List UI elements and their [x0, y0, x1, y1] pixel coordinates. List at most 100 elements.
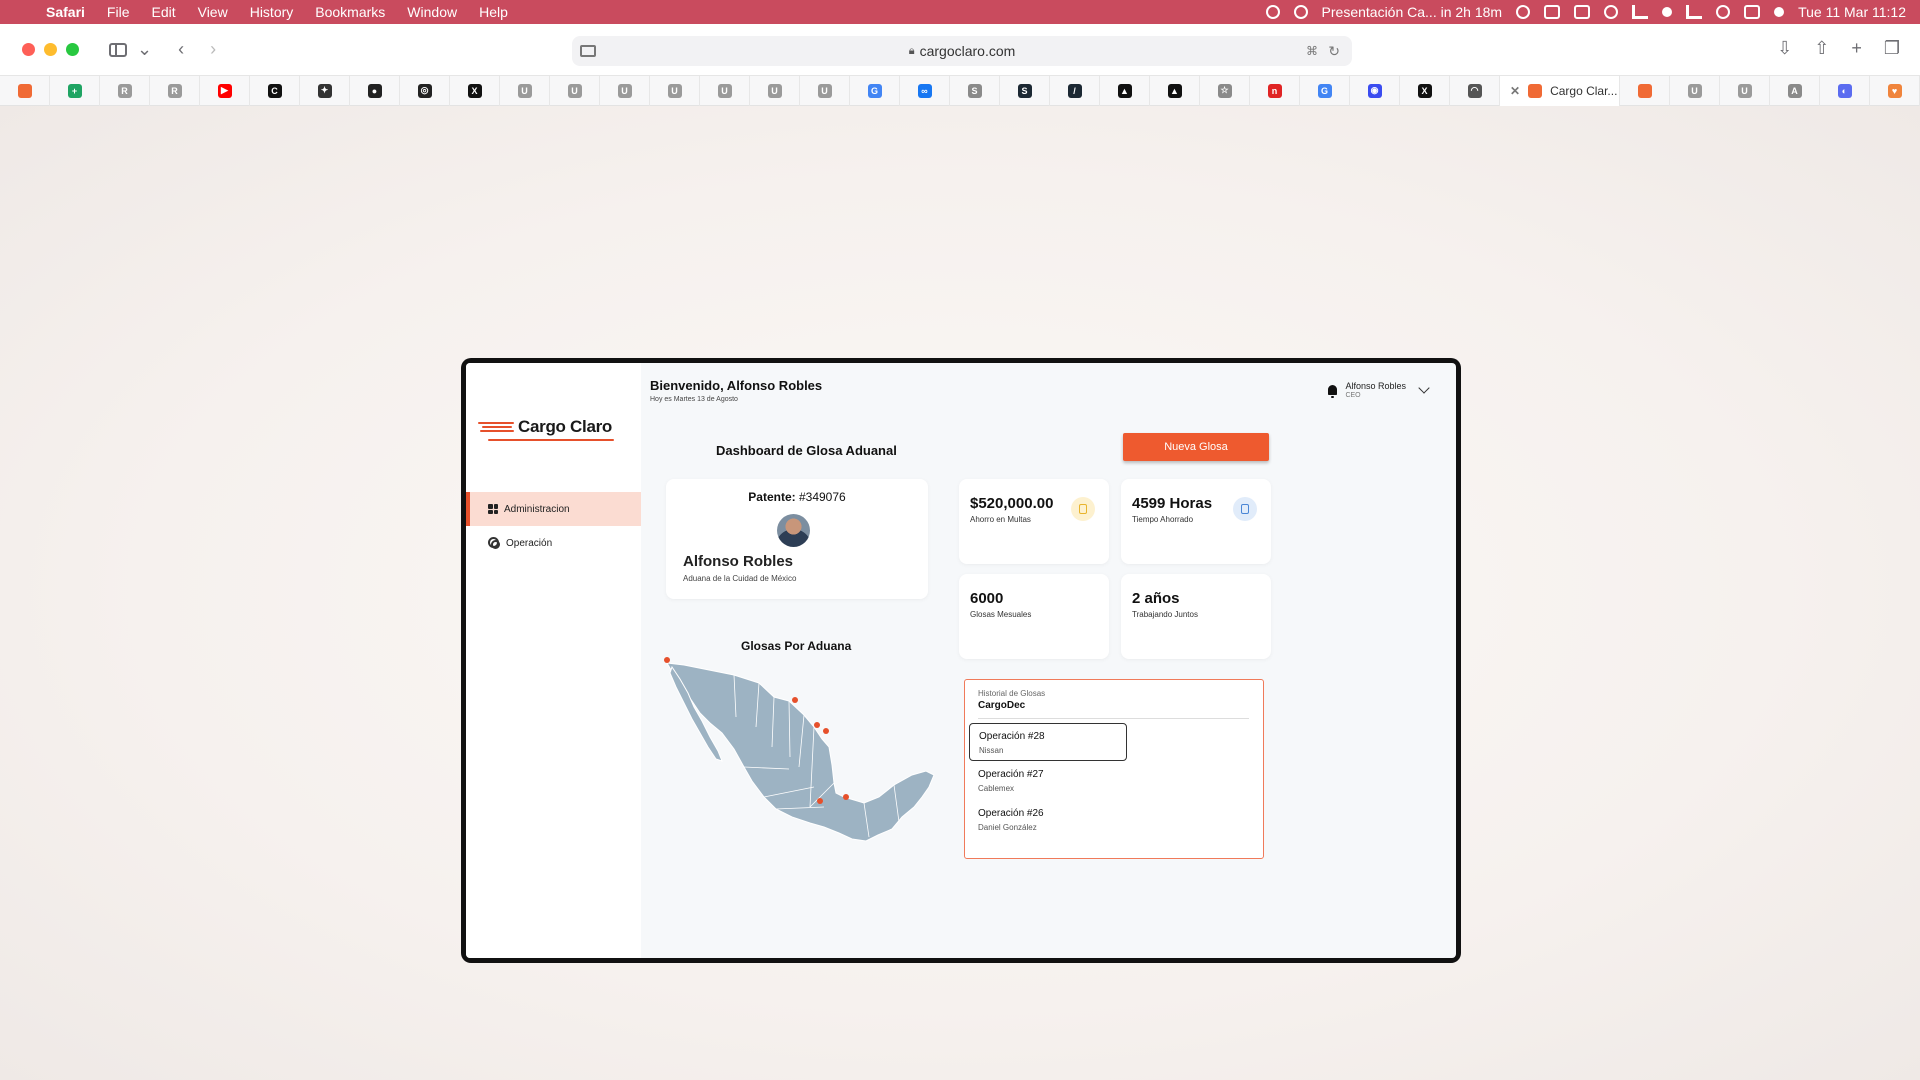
translate-icon[interactable]: ⌘	[1306, 44, 1318, 58]
chevron-down-icon[interactable]	[1418, 382, 1430, 394]
favorite-27[interactable]: ◉	[1350, 75, 1400, 106]
favorite-1[interactable]: +	[50, 75, 100, 106]
avatar[interactable]	[777, 514, 810, 547]
stat-value: 4599 Horas	[1132, 495, 1213, 512]
siri-icon[interactable]	[1774, 7, 1785, 17]
favorite-28[interactable]: X	[1400, 75, 1450, 106]
favorite-6[interactable]: ✦	[300, 75, 350, 106]
favorite-5[interactable]: C	[250, 75, 300, 106]
favorite-after-2[interactable]: U	[1720, 75, 1770, 106]
list-item-operacion-28[interactable]: Operación #28 Nissan	[969, 723, 1127, 761]
favorite-22[interactable]: ▲	[1100, 75, 1150, 106]
cargo-claro-logo[interactable]: Cargo Claro	[478, 417, 614, 441]
map-marker	[823, 728, 829, 734]
favorite-after-5[interactable]: ♥	[1870, 75, 1920, 106]
menu-history[interactable]: History	[250, 4, 294, 20]
minimize-window-button[interactable]	[44, 43, 57, 56]
favorite-15[interactable]: U	[750, 75, 800, 106]
downloads-icon[interactable]: ⇩	[1777, 38, 1792, 59]
control-center-icon[interactable]	[1744, 5, 1761, 19]
display-icon[interactable]	[1544, 5, 1561, 19]
forward-icon[interactable]: ›	[210, 39, 216, 60]
favorite-24[interactable]: ☆	[1200, 75, 1250, 106]
sidebar-item-administracion[interactable]: Administracion	[466, 492, 641, 526]
zoom-window-button[interactable]	[66, 43, 79, 56]
favorite-13[interactable]: U	[650, 75, 700, 106]
favorite-19[interactable]: S	[950, 75, 1000, 106]
tab-cargo-claro[interactable]: ✕ Cargo Clar...	[1500, 75, 1620, 106]
calendar-event[interactable]: Presentación Ca... in 2h 18m	[1322, 4, 1503, 20]
favorite-29[interactable]: ◠	[1450, 75, 1500, 106]
favicon-icon: U	[1737, 83, 1752, 98]
list-item-operacion-27[interactable]: Operación #27 Cablemex	[969, 762, 1127, 800]
favorite-16[interactable]: U	[800, 75, 850, 106]
favorite-10[interactable]: U	[500, 75, 550, 106]
address-bar[interactable]: 🔒︎ cargoclaro.com ⌘ ↻	[572, 36, 1352, 66]
favorite-2[interactable]: R	[100, 75, 150, 106]
favorite-8[interactable]: ◎	[400, 75, 450, 106]
favorite-0[interactable]	[0, 75, 50, 106]
favorite-7[interactable]: ●	[350, 75, 400, 106]
user-menu[interactable]: Alfonso Robles CEO	[1328, 381, 1430, 399]
favicon-icon: G	[867, 83, 882, 98]
status-icon-1[interactable]	[1265, 5, 1280, 19]
favorite-20[interactable]: S	[1000, 75, 1050, 106]
window-controls	[22, 43, 79, 56]
share-icon[interactable]: ⇧	[1814, 38, 1829, 59]
mexico-map[interactable]	[664, 657, 939, 847]
chevron-down-icon[interactable]: ⌄	[137, 39, 152, 60]
weather-icon[interactable]	[1516, 5, 1531, 19]
menu-file[interactable]: File	[107, 4, 130, 20]
favorite-26[interactable]: G	[1300, 75, 1350, 106]
favorite-11[interactable]: U	[550, 75, 600, 106]
favorite-23[interactable]: ▲	[1150, 75, 1200, 106]
calendar-icon[interactable]	[1574, 5, 1591, 19]
favorite-17[interactable]: G	[850, 75, 900, 106]
operation-title: Operación #26	[978, 808, 1044, 819]
stats-icon[interactable]	[1632, 5, 1649, 19]
menu-bookmarks[interactable]: Bookmarks	[315, 4, 385, 20]
favorite-21[interactable]: /	[1050, 75, 1100, 106]
device-frame: Cargo Claro Administracion Operación Bie…	[461, 358, 1461, 963]
tab-overview-icon[interactable]: ❐	[1884, 38, 1900, 59]
favorite-4[interactable]: ▶	[200, 75, 250, 106]
favorite-3[interactable]: R	[150, 75, 200, 106]
favorite-after-0[interactable]	[1620, 75, 1670, 106]
close-window-button[interactable]	[22, 43, 35, 56]
favorite-after-1[interactable]: U	[1670, 75, 1720, 106]
url-text[interactable]: cargoclaro.com	[920, 43, 1016, 59]
favorite-after-4[interactable]: ◐	[1820, 75, 1870, 106]
close-tab-icon[interactable]: ✕	[1510, 84, 1520, 98]
menu-window[interactable]: Window	[407, 4, 457, 20]
reader-icon[interactable]	[580, 45, 596, 57]
sidebar-toggle-icon[interactable]	[109, 42, 127, 57]
favicon-icon: ♥	[1887, 83, 1902, 98]
menu-help[interactable]: Help	[479, 4, 508, 20]
nueva-glosa-button[interactable]: Nueva Glosa	[1123, 433, 1269, 461]
openai-icon[interactable]	[1293, 5, 1308, 19]
favorite-18[interactable]: ∞	[900, 75, 950, 106]
menu-view[interactable]: View	[198, 4, 228, 20]
favicon-icon: +	[67, 83, 82, 98]
list-item-operacion-26[interactable]: Operación #26 Daniel González	[969, 801, 1127, 839]
back-icon[interactable]: ‹	[178, 39, 184, 60]
user-icon[interactable]	[1662, 7, 1673, 17]
favorite-after-3[interactable]: A	[1770, 75, 1820, 106]
wifi-icon[interactable]	[1686, 5, 1703, 19]
favorite-14[interactable]: U	[700, 75, 750, 106]
favorite-9[interactable]: X	[450, 75, 500, 106]
search-icon[interactable]	[1716, 5, 1731, 19]
favicon-icon: U	[517, 83, 532, 98]
sidebar-item-operacion[interactable]: Operación	[466, 526, 641, 560]
menu-app-name[interactable]: Safari	[46, 4, 85, 20]
clock[interactable]: Tue 11 Mar 11:12	[1798, 4, 1906, 20]
bell-icon[interactable]	[1328, 385, 1338, 398]
favicon-icon: ◠	[1467, 83, 1482, 98]
menu-edit[interactable]: Edit	[151, 4, 175, 20]
reload-icon[interactable]: ↻	[1328, 43, 1340, 60]
welcome-date: Hoy es Martes 13 de Agosto	[650, 396, 738, 403]
play-icon[interactable]	[1604, 5, 1619, 19]
favorite-25[interactable]: n	[1250, 75, 1300, 106]
new-tab-icon[interactable]: +	[1851, 38, 1862, 59]
favorite-12[interactable]: U	[600, 75, 650, 106]
